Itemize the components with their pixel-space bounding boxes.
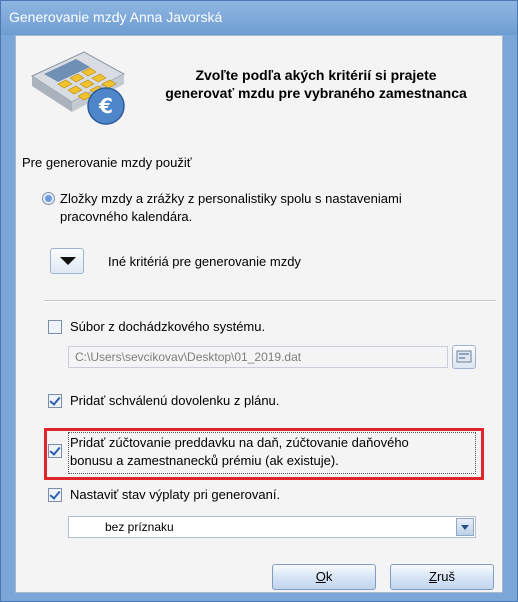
chevron-down-icon[interactable] xyxy=(456,518,474,536)
title-bar[interactable]: Generovanie mzdy Anna Javorská xyxy=(1,1,517,35)
ok-mnemonic: O xyxy=(315,569,326,584)
attendance-label[interactable]: Súbor z dochádzkového systému. xyxy=(70,318,265,335)
heading-line-2: generovať mzdu pre vybraného zamestnanca xyxy=(165,85,467,101)
personnel-radio-label-2[interactable]: pracovného kalendára. xyxy=(60,208,192,225)
dialog-content: € Zvoľte podľa akých kritérií si prajete… xyxy=(15,35,503,593)
cancel-label-rest: ruš xyxy=(436,569,455,584)
tax-settlement-label-1[interactable]: Pridať zúčtovanie preddavku na daň, zúčt… xyxy=(70,434,409,451)
attendance-checkbox[interactable] xyxy=(48,320,62,334)
heading-line-1: Zvoľte podľa akých kritérií si prajete xyxy=(195,67,437,83)
dialog-window: Generovanie mzdy Anna Javorská € Zvoľte … xyxy=(0,0,518,602)
dialog-heading: Zvoľte podľa akých kritérií si prajete g… xyxy=(146,66,486,102)
payment-status-select[interactable]: bez príznaku xyxy=(68,516,476,538)
expand-criteria-button[interactable] xyxy=(50,248,84,274)
payment-status-value: bez príznaku xyxy=(105,520,174,534)
ok-label-rest: k xyxy=(325,569,333,584)
payment-status-checkbox[interactable] xyxy=(48,488,62,502)
vacation-checkbox[interactable] xyxy=(48,394,62,408)
tax-settlement-label-2[interactable]: bonusu a zamestnanecků prémiu (ak existu… xyxy=(70,452,339,469)
attendance-path-input[interactable]: C:\Users\sevcikovav\Desktop\01_2019.dat xyxy=(68,346,448,368)
payment-status-label[interactable]: Nastaviť stav výplaty pri generovaní. xyxy=(70,486,280,503)
window-title: Generovanie mzdy Anna Javorská xyxy=(9,9,223,25)
browse-button[interactable] xyxy=(452,345,476,369)
vacation-label[interactable]: Pridať schválenú dovolenku z plánu. xyxy=(70,392,279,409)
section-label: Pre generovanie mzdy použiť xyxy=(22,155,192,170)
personnel-radio[interactable] xyxy=(42,192,55,205)
separator xyxy=(44,300,496,302)
personnel-radio-label-1[interactable]: Zložky mzdy a zrážky z personalistiky sp… xyxy=(60,190,402,207)
ok-button[interactable]: Ok xyxy=(272,564,376,590)
browse-icon xyxy=(456,350,472,363)
expander-label: Iné kritériá pre generovanie mzdy xyxy=(108,254,301,269)
tax-settlement-checkbox[interactable] xyxy=(48,444,62,458)
cancel-button[interactable]: Zruš xyxy=(390,564,494,590)
svg-text:€: € xyxy=(98,94,113,118)
cancel-mnemonic: Z xyxy=(428,569,437,584)
calculator-euro-icon: € xyxy=(30,51,126,125)
